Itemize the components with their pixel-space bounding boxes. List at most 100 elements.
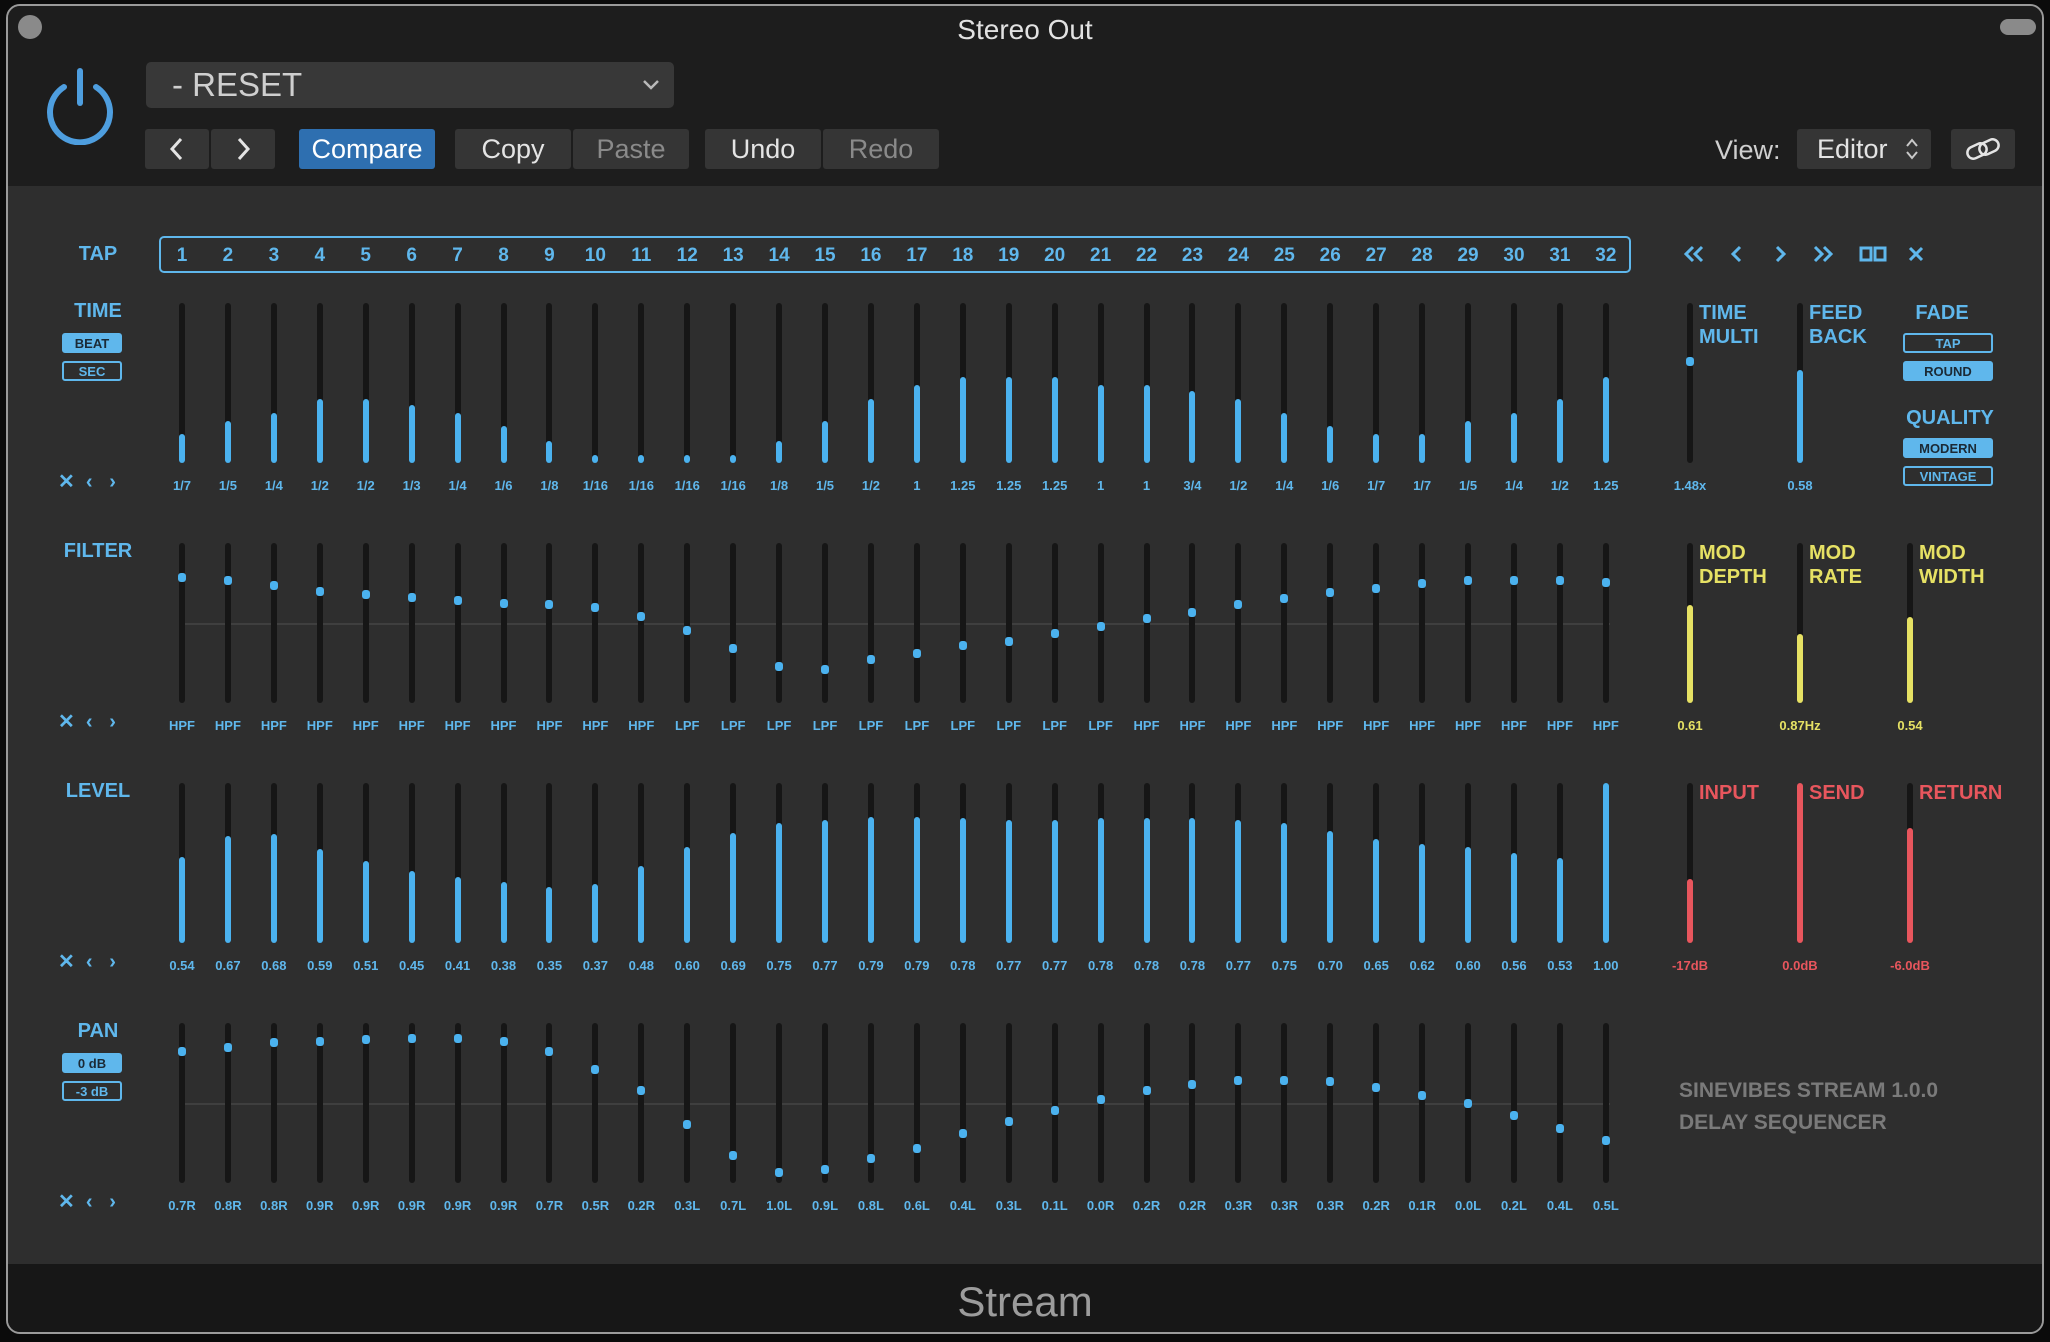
pan-slider-handle[interactable] — [1372, 1083, 1381, 1093]
feedback-slider[interactable] — [1797, 303, 1803, 463]
pan-slider-handle[interactable] — [407, 1033, 416, 1043]
pan-slider[interactable] — [1280, 1023, 1289, 1183]
tap-number[interactable]: 3 — [259, 245, 289, 267]
level-slider[interactable] — [592, 783, 599, 943]
filter-slider-handle[interactable] — [1096, 621, 1105, 631]
clear-icon[interactable]: ✕ — [58, 471, 75, 493]
filter-slider[interactable] — [637, 543, 646, 703]
filter-slider-handle[interactable] — [637, 612, 646, 622]
filter-slider-handle[interactable] — [591, 603, 600, 613]
time-slider[interactable] — [546, 303, 553, 463]
chevron-left-icon[interactable]: ‹ — [86, 951, 93, 973]
time-slider[interactable] — [1602, 303, 1609, 463]
filter-slider-handle[interactable] — [499, 598, 508, 608]
time-slider[interactable] — [730, 303, 737, 463]
filter-slider-handle[interactable] — [683, 626, 692, 636]
time-slider[interactable] — [1005, 303, 1012, 463]
pan-slider-handle[interactable] — [775, 1167, 784, 1177]
pan-slider[interactable] — [1234, 1023, 1243, 1183]
tap-number[interactable]: 9 — [534, 245, 564, 267]
level-slider[interactable] — [408, 783, 415, 943]
compare-button[interactable]: Compare — [299, 129, 435, 169]
pan-slider-handle[interactable] — [1555, 1124, 1564, 1134]
filter-slider[interactable] — [1050, 543, 1059, 703]
time-slider[interactable] — [1189, 303, 1196, 463]
link-button[interactable] — [1951, 129, 2015, 169]
tap-number[interactable]: 12 — [672, 245, 702, 267]
level-slider[interactable] — [1051, 783, 1058, 943]
filter-slider-handle[interactable] — [269, 580, 278, 590]
filter-slider-handle[interactable] — [1142, 613, 1151, 623]
filter-slider-handle[interactable] — [1418, 579, 1427, 589]
filter-slider[interactable] — [1096, 543, 1105, 703]
pan-slider-handle[interactable] — [269, 1038, 278, 1048]
clear-icon[interactable]: ✕ — [58, 1191, 75, 1213]
pan-slider-handle[interactable] — [1464, 1098, 1473, 1108]
pan-slider-handle[interactable] — [683, 1119, 692, 1129]
mod-rate-slider[interactable] — [1797, 543, 1803, 703]
time-slider[interactable] — [592, 303, 599, 463]
next-tap-button[interactable] — [1765, 240, 1795, 271]
filter-slider[interactable] — [1509, 543, 1518, 703]
pan-slider-handle[interactable] — [178, 1047, 186, 1057]
tap-number[interactable]: 18 — [948, 245, 978, 267]
filter-slider-handle[interactable] — [315, 586, 324, 596]
tap-number[interactable]: 31 — [1545, 245, 1575, 267]
filter-slider-handle[interactable] — [1464, 576, 1473, 586]
minimize-button[interactable] — [2000, 19, 2036, 35]
filter-slider[interactable] — [223, 543, 232, 703]
tap-number[interactable]: 30 — [1499, 245, 1529, 267]
level-slider[interactable] — [1465, 783, 1472, 943]
filter-slider[interactable] — [1142, 543, 1151, 703]
pan-slider-handle[interactable] — [637, 1086, 646, 1096]
filter-slider-handle[interactable] — [1326, 588, 1335, 598]
time-multi-slider-handle[interactable] — [1686, 357, 1694, 367]
time-slider[interactable] — [1556, 303, 1563, 463]
pan-slider[interactable] — [637, 1023, 646, 1183]
pan-slider-handle[interactable] — [1142, 1086, 1151, 1096]
pan-slider[interactable] — [499, 1023, 508, 1183]
filter-slider[interactable] — [178, 543, 186, 703]
filter-slider[interactable] — [1234, 543, 1243, 703]
quality-vintage-toggle[interactable]: VINTAGE — [1903, 466, 1993, 486]
pan-slider[interactable] — [1464, 1023, 1473, 1183]
next-preset-button[interactable] — [211, 129, 275, 169]
filter-slider[interactable] — [269, 543, 278, 703]
level-slider[interactable] — [913, 783, 920, 943]
tap-number[interactable]: 8 — [489, 245, 519, 267]
pan-slider-handle[interactable] — [1188, 1080, 1197, 1090]
filter-slider-handle[interactable] — [361, 589, 370, 599]
level-slider[interactable] — [1005, 783, 1012, 943]
columns-button[interactable] — [1858, 240, 1888, 271]
tap-number[interactable]: 26 — [1315, 245, 1345, 267]
pan-slider[interactable] — [1004, 1023, 1013, 1183]
chevron-right-icon[interactable]: › — [109, 951, 116, 973]
tap-number[interactable]: 20 — [1040, 245, 1070, 267]
tap-number[interactable]: 10 — [580, 245, 610, 267]
time-slider[interactable] — [1327, 303, 1334, 463]
filter-slider[interactable] — [1372, 543, 1381, 703]
tap-number[interactable]: 22 — [1132, 245, 1162, 267]
level-slider[interactable] — [867, 783, 874, 943]
filter-slider-handle[interactable] — [1601, 577, 1610, 587]
time-slider[interactable] — [1235, 303, 1242, 463]
time-slider[interactable] — [1419, 303, 1426, 463]
time-slider[interactable] — [1097, 303, 1104, 463]
pan-slider[interactable] — [821, 1023, 830, 1183]
time-slider[interactable] — [1051, 303, 1058, 463]
tap-number[interactable]: 5 — [351, 245, 381, 267]
pan-slider[interactable] — [315, 1023, 324, 1183]
tap-number[interactable]: 24 — [1223, 245, 1253, 267]
pan-slider-handle[interactable] — [499, 1036, 508, 1046]
pan-slider-handle[interactable] — [1096, 1095, 1105, 1105]
tap-number[interactable]: 6 — [397, 245, 427, 267]
pan-slider-handle[interactable] — [1004, 1116, 1013, 1126]
pan-slider-handle[interactable] — [1234, 1075, 1243, 1085]
chevron-right-icon[interactable]: › — [109, 471, 116, 493]
time-slider[interactable] — [959, 303, 966, 463]
pan-slider-handle[interactable] — [1280, 1075, 1289, 1085]
time-slider[interactable] — [500, 303, 507, 463]
pan-law-3db-toggle[interactable]: -3 dB — [62, 1081, 122, 1101]
filter-slider-handle[interactable] — [178, 573, 186, 583]
level-slider[interactable] — [362, 783, 369, 943]
